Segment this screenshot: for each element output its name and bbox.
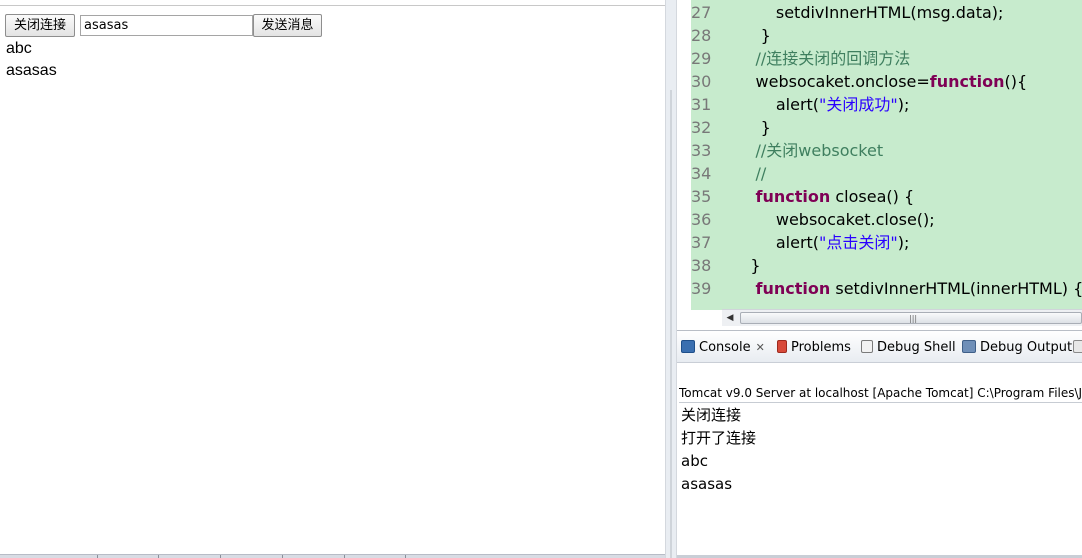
scroll-left-arrow-icon[interactable]: ◀ [724, 312, 736, 324]
code-text: setdivInnerHTML(msg.data); [725, 3, 1004, 22]
close-connection-button[interactable]: 关闭连接 [5, 14, 75, 37]
line-number: 31 [691, 95, 712, 114]
tab-console[interactable]: Console ✕ [681, 337, 765, 359]
code-line: 30 websocaket.onclose=function(){ [691, 70, 1027, 93]
code-line: 28 } [691, 24, 771, 47]
message-input[interactable] [80, 15, 253, 36]
browser-page: 关闭连接 发送消息 abc asasas [0, 0, 665, 558]
editor-horizontal-scrollbar[interactable]: ◀ ||| [722, 309, 1082, 326]
code-text: } [725, 26, 771, 45]
console-icon [681, 340, 695, 353]
code-line: 31 alert("关闭成功"); [691, 93, 909, 116]
tab-debug-output[interactable]: Debug Output [962, 337, 1072, 359]
code-line: 37 alert("点击关闭"); [691, 231, 909, 254]
debug-output-icon [962, 340, 976, 353]
view-tab-bar: Console ✕ Problems Debug Shell Debug Outp… [677, 331, 1082, 363]
close-icon[interactable]: ✕ [756, 341, 765, 354]
code-editor: 27 setdivInnerHTML(msg.data); 28 } 29 //… [677, 0, 1082, 326]
line-number: 27 [691, 3, 712, 22]
editor-ruler [677, 0, 691, 310]
message-item: abc [6, 40, 32, 57]
console-process-title: Tomcat v9.0 Server at localhost [Apache … [679, 383, 1082, 403]
code-text: function setdivInnerHTML(innerHTML) { [755, 279, 1082, 298]
code-comment: //关闭websocket [725, 141, 884, 160]
line-number: 28 [691, 26, 712, 45]
taskbar-strip [0, 554, 665, 558]
code-text: } [725, 118, 771, 137]
code-line: 38 } [691, 254, 761, 277]
code-text: } [725, 256, 761, 275]
code-line: 34 // [691, 162, 766, 185]
line-number: 29 [691, 49, 712, 68]
send-message-button[interactable]: 发送消息 [253, 14, 322, 37]
pane-splitter[interactable] [665, 0, 677, 558]
code-text: alert("点击关闭"); [725, 233, 910, 252]
console-view: Console ✕ Problems Debug Shell Debug Outp… [677, 330, 1082, 558]
line-number: 33 [691, 141, 712, 160]
splitter-grip [670, 90, 672, 558]
code-comment: //连接关闭的回调方法 [725, 49, 911, 68]
code-text: alert("关闭成功"); [725, 95, 910, 114]
code-line: 27 setdivInnerHTML(msg.data); [691, 1, 1003, 24]
tab-label: Debug Output [980, 340, 1073, 355]
line-number: 35 [691, 187, 712, 206]
tab-label: Console [699, 340, 751, 355]
code-line: 33 //关闭websocket [691, 139, 883, 162]
console-line: 打开了连接 [681, 429, 757, 447]
code-line: 32 } [691, 116, 771, 139]
code-text: websocaket.close(); [725, 210, 935, 229]
line-number: 37 [691, 233, 712, 252]
code-line: 36 websocaket.close(); [691, 208, 935, 231]
code-text: function closea() { [755, 187, 915, 206]
page-top-divider [0, 5, 665, 6]
console-line: abc [681, 452, 708, 470]
scroll-grip-icon: ||| [909, 314, 918, 323]
tab-more[interactable] [1073, 337, 1082, 359]
tab-problems[interactable]: Problems [777, 337, 851, 359]
message-item: asasas [6, 62, 57, 79]
code-line: 35 function closea() { [691, 185, 914, 208]
tab-label: Debug Shell [877, 340, 956, 355]
line-number: 30 [691, 72, 712, 91]
console-line: asasas [681, 475, 733, 493]
line-number: 39 [691, 279, 712, 298]
line-number: 38 [691, 256, 712, 275]
tab-debug-shell[interactable]: Debug Shell [861, 337, 956, 359]
problems-icon [777, 340, 787, 353]
code-line: 39 function setdivInnerHTML(innerHTML) { [691, 277, 1082, 300]
line-number: 34 [691, 164, 712, 183]
message-list: abc asasas [6, 38, 57, 82]
line-number: 36 [691, 210, 712, 229]
code-text: websocaket.onclose=function(){ [725, 72, 1028, 91]
line-number: 32 [691, 118, 712, 137]
code-comment: // [725, 164, 767, 183]
code-line: 29 //连接关闭的回调方法 [691, 47, 910, 70]
console-line: 关闭连接 [681, 406, 742, 424]
debug-shell-icon [861, 340, 873, 353]
more-views-icon [1073, 340, 1082, 353]
tab-label: Problems [791, 340, 851, 355]
scrollbar-thumb[interactable]: ||| [740, 312, 1082, 324]
code-area[interactable]: 27 setdivInnerHTML(msg.data); 28 } 29 //… [691, 0, 1082, 310]
console-output[interactable]: 关闭连接 打开了连接 abc asasas [681, 404, 756, 496]
